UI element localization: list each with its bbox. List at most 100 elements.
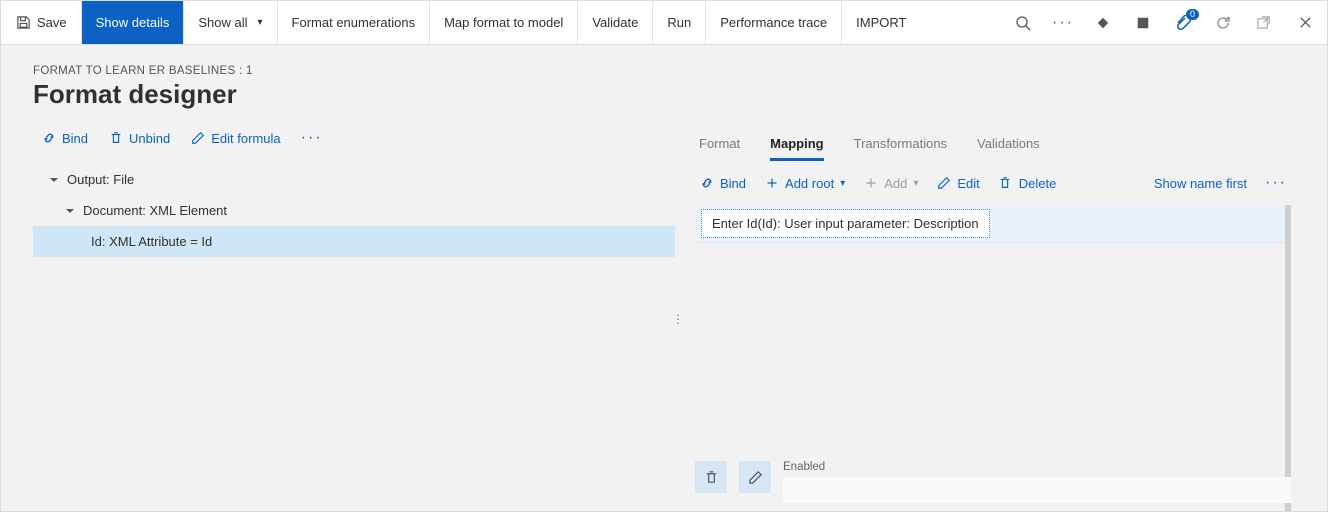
main-area: FORMAT TO LEARN ER BASELINES : 1 Format … — [1, 45, 1327, 511]
edit-button[interactable]: Edit — [936, 176, 979, 191]
format-tree: Output: File Document: XML Element Id: X… — [33, 160, 675, 257]
mapping-bind-button[interactable]: Bind — [699, 176, 746, 191]
plus-icon — [863, 176, 878, 191]
chevron-down-icon: ▾ — [258, 17, 263, 28]
bottom-bar: Enabled — [695, 461, 1291, 503]
tab-format[interactable]: Format — [699, 130, 740, 161]
plus-icon — [764, 176, 779, 191]
map-format-label: Map format to model — [444, 15, 563, 30]
mapping-row[interactable]: Enter Id(Id): User input parameter: Desc… — [695, 205, 1285, 243]
edit-formula-label: Edit formula — [211, 131, 280, 146]
office-button[interactable] — [1123, 1, 1163, 44]
pencil-icon — [748, 470, 763, 485]
column-resize-grip[interactable]: ⋮ — [672, 312, 683, 326]
right-more-button[interactable]: ··· — [1265, 175, 1287, 191]
performance-trace-button[interactable]: Performance trace — [706, 1, 842, 44]
search-icon — [1015, 15, 1031, 31]
show-details-label: Show details — [96, 15, 170, 30]
show-all-button[interactable]: Show all ▾ — [184, 1, 277, 44]
delete-button[interactable]: Delete — [998, 176, 1057, 191]
save-button[interactable]: Save — [1, 1, 82, 44]
mapping-bind-label: Bind — [720, 176, 746, 191]
run-label: Run — [667, 15, 691, 30]
validate-button[interactable]: Validate — [578, 1, 653, 44]
edit-label: Edit — [957, 176, 979, 191]
popout-icon — [1256, 15, 1271, 30]
tree-label: Output: File — [67, 172, 134, 187]
refresh-icon — [1215, 15, 1231, 31]
add-label: Add — [884, 176, 907, 191]
chevron-down-icon: ▾ — [840, 178, 845, 189]
paperclip-icon: 0 — [1175, 15, 1191, 31]
left-more-button[interactable]: ··· — [301, 130, 323, 146]
bottom-edit-button[interactable] — [739, 461, 771, 493]
enabled-label: Enabled — [783, 461, 1291, 473]
format-enumerations-button[interactable]: Format enumerations — [278, 1, 431, 44]
caret-down-icon — [49, 175, 59, 185]
command-bar: Save Show details Show all ▾ Format enum… — [1, 1, 1327, 45]
refresh-button[interactable] — [1203, 1, 1243, 44]
trash-icon — [108, 131, 123, 146]
pencil-icon — [936, 176, 951, 191]
caret-down-icon — [65, 206, 75, 216]
search-button[interactable] — [1003, 1, 1043, 44]
trash-icon — [998, 176, 1013, 191]
tab-transformations[interactable]: Transformations — [854, 130, 947, 161]
edit-formula-button[interactable]: Edit formula — [190, 131, 280, 146]
grid-icon — [1096, 16, 1110, 30]
tree-row-id[interactable]: Id: XML Attribute = Id — [33, 226, 675, 257]
mapping-item-label: Enter Id(Id): User input parameter: Desc… — [701, 209, 990, 238]
save-icon — [15, 15, 31, 31]
add-root-label: Add root — [785, 176, 834, 191]
tree-label: Id: XML Attribute = Id — [91, 234, 212, 249]
save-label: Save — [37, 15, 67, 30]
page-title: Format designer — [33, 79, 1295, 110]
run-button[interactable]: Run — [653, 1, 706, 44]
pencil-icon — [190, 131, 205, 146]
bind-label: Bind — [62, 131, 88, 146]
trash-icon — [704, 470, 719, 485]
page-header: FORMAT TO LEARN ER BASELINES : 1 Format … — [1, 55, 1327, 126]
right-tabs: Format Mapping Transformations Validatio… — [695, 126, 1291, 161]
right-panel: ⋮ Format Mapping Transformations Validat… — [675, 126, 1327, 511]
tab-validations[interactable]: Validations — [977, 130, 1040, 161]
close-button[interactable] — [1283, 1, 1327, 44]
tree-row-output[interactable]: Output: File — [33, 164, 675, 195]
office-icon — [1136, 16, 1150, 30]
attachments-button[interactable]: 0 — [1163, 1, 1203, 44]
left-toolbar: Bind Unbind Edit formula ··· — [33, 126, 675, 160]
popout-button[interactable] — [1243, 1, 1283, 44]
left-panel: Bind Unbind Edit formula ··· — [1, 126, 675, 511]
bottom-delete-button[interactable] — [695, 461, 727, 493]
add-button: Add ▾ — [863, 176, 918, 191]
map-format-button[interactable]: Map format to model — [430, 1, 578, 44]
right-toolbar: Bind Add root ▾ Add ▾ — [695, 161, 1291, 205]
import-button[interactable]: IMPORT — [842, 1, 920, 44]
attachments-badge: 0 — [1186, 9, 1199, 20]
chevron-down-icon: ▾ — [913, 178, 918, 189]
more-button[interactable]: ··· — [1043, 1, 1083, 44]
enabled-input[interactable] — [783, 477, 1291, 503]
show-details-button[interactable]: Show details — [82, 1, 185, 44]
show-name-first-button[interactable]: Show name first — [1154, 176, 1247, 191]
format-enum-label: Format enumerations — [292, 15, 416, 30]
grid-apps-button[interactable] — [1083, 1, 1123, 44]
bind-button[interactable]: Bind — [41, 131, 88, 146]
unbind-button[interactable]: Unbind — [108, 131, 170, 146]
add-root-button[interactable]: Add root ▾ — [764, 176, 845, 191]
close-icon — [1298, 15, 1313, 30]
perf-trace-label: Performance trace — [720, 15, 827, 30]
tree-label: Document: XML Element — [83, 203, 227, 218]
link-icon — [41, 131, 56, 146]
show-name-first-label: Show name first — [1154, 176, 1247, 191]
import-label: IMPORT — [856, 15, 906, 30]
more-icon: ··· — [1052, 14, 1074, 32]
enabled-field: Enabled — [783, 461, 1291, 503]
link-icon — [699, 176, 714, 191]
show-all-label: Show all — [198, 15, 247, 30]
delete-label: Delete — [1019, 176, 1057, 191]
tab-mapping[interactable]: Mapping — [770, 130, 823, 161]
tree-row-document[interactable]: Document: XML Element — [33, 195, 675, 226]
validate-label: Validate — [592, 15, 638, 30]
breadcrumb: FORMAT TO LEARN ER BASELINES : 1 — [33, 65, 1295, 77]
